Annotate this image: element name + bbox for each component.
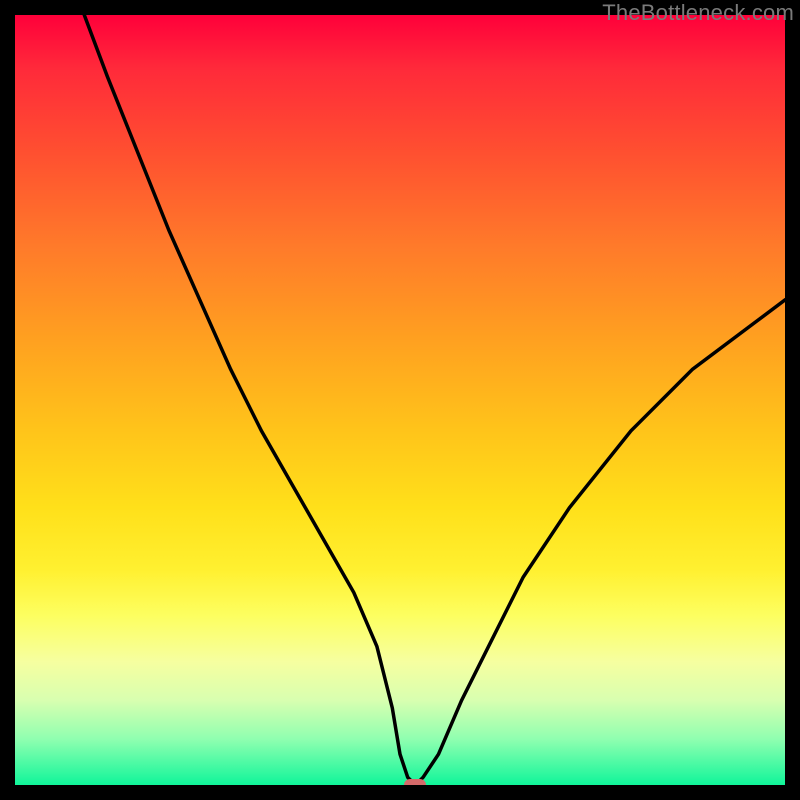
chart-frame: TheBottleneck.com xyxy=(0,0,800,800)
watermark-text: TheBottleneck.com xyxy=(602,0,794,26)
plot-area xyxy=(15,15,785,785)
bottleneck-curve xyxy=(15,15,785,785)
optimal-marker xyxy=(404,779,426,785)
